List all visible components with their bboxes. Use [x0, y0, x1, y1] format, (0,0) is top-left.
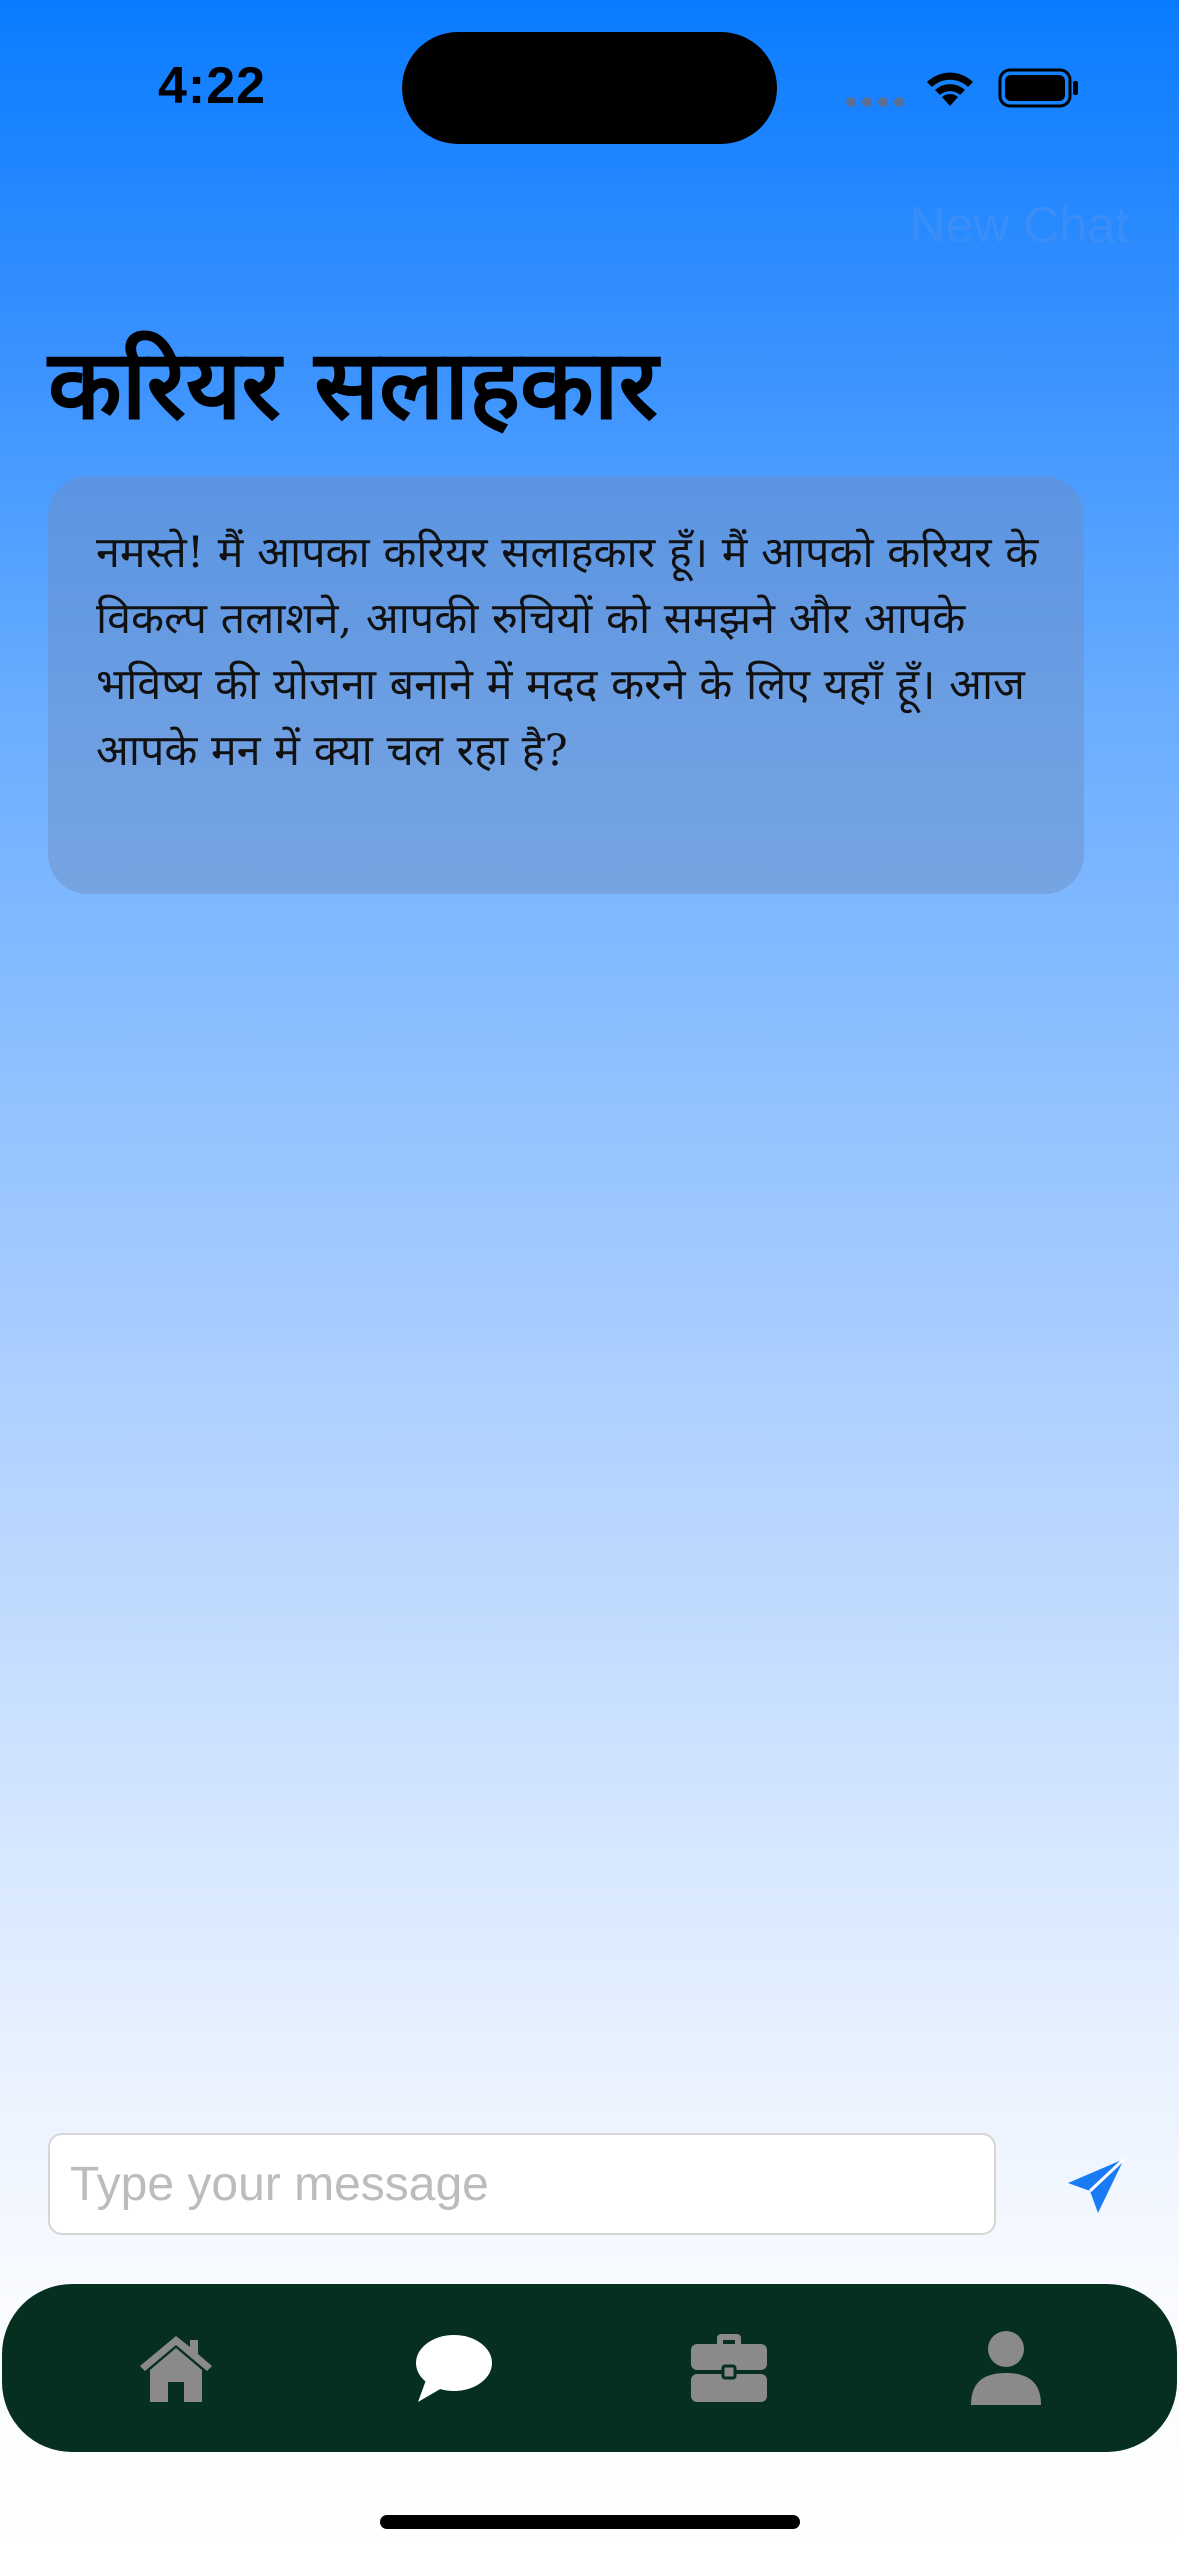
- signal-dots-icon: [846, 97, 904, 107]
- message-input[interactable]: [48, 2133, 996, 2235]
- send-button[interactable]: [1064, 2155, 1128, 2219]
- page-title: करियर सलाहकार: [48, 329, 658, 441]
- dynamic-island: [402, 32, 777, 144]
- tab-chat[interactable]: [383, 2284, 523, 2452]
- tab-home[interactable]: [106, 2284, 246, 2452]
- tab-jobs[interactable]: [659, 2284, 799, 2452]
- assistant-message-text: नमस्ते! मैं आपका करियर सलाहकार हूँ। मैं …: [96, 528, 1039, 776]
- battery-icon: [998, 68, 1078, 108]
- new-chat-button[interactable]: New Chat: [909, 196, 1129, 254]
- chat-screen: 4:22 New Chat करियर सलाहकार नमस्ते! मैं …: [0, 0, 1179, 2556]
- home-icon: [140, 2336, 212, 2402]
- person-icon: [971, 2331, 1041, 2405]
- tab-bar: [2, 2284, 1177, 2452]
- home-indicator[interactable]: [380, 2515, 800, 2529]
- send-icon: [1068, 2157, 1126, 2213]
- chat-bubble-icon: [416, 2335, 492, 2402]
- briefcase-icon: [691, 2334, 767, 2402]
- wifi-icon: [927, 72, 973, 106]
- status-time: 4:22: [158, 57, 267, 115]
- assistant-message-bubble: नमस्ते! मैं आपका करियर सलाहकार हूँ। मैं …: [48, 476, 1084, 894]
- tab-profile[interactable]: [936, 2284, 1076, 2452]
